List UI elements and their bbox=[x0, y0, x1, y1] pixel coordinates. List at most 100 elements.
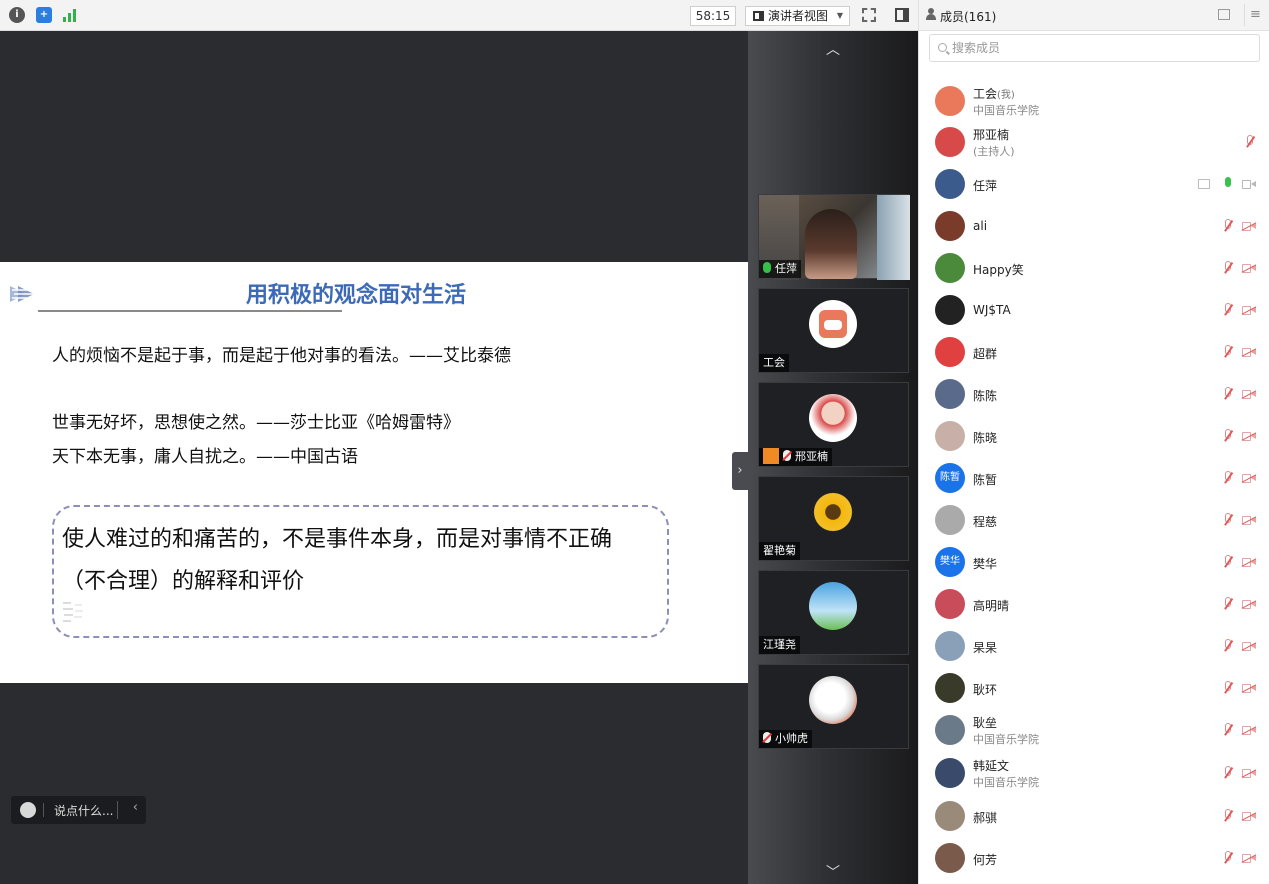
mic-off-icon[interactable] bbox=[1223, 766, 1233, 780]
camera-off-icon[interactable] bbox=[1241, 558, 1257, 567]
fullscreen-icon[interactable] bbox=[862, 8, 876, 22]
emoji-icon[interactable] bbox=[20, 802, 36, 818]
popout-icon[interactable] bbox=[1218, 9, 1230, 20]
camera-off-icon[interactable] bbox=[1241, 474, 1257, 483]
member-row[interactable]: 任萍 bbox=[919, 163, 1269, 205]
chevron-right-icon: › bbox=[737, 463, 743, 478]
collapse-strip-button[interactable]: › bbox=[732, 452, 748, 490]
screen-share-icon[interactable] bbox=[1198, 179, 1210, 189]
member-row[interactable]: 陈晓 bbox=[919, 415, 1269, 457]
mic-off-icon[interactable] bbox=[1223, 851, 1233, 865]
menu-icon[interactable]: ≡ bbox=[1244, 4, 1266, 26]
member-row[interactable]: 程慈 bbox=[919, 499, 1269, 541]
avatar bbox=[935, 843, 965, 873]
shield-icon[interactable]: + bbox=[36, 7, 52, 23]
member-row[interactable]: 樊华 樊华 bbox=[919, 541, 1269, 583]
member-row[interactable]: 郝骐 bbox=[919, 795, 1269, 837]
member-name: 任萍 bbox=[973, 177, 997, 194]
camera-off-icon[interactable] bbox=[1241, 264, 1257, 273]
chevron-down-icon[interactable]: ﹀ bbox=[803, 862, 863, 884]
tile-name: 任萍 bbox=[775, 262, 797, 275]
video-tile[interactable]: 工会 bbox=[758, 288, 909, 373]
video-tile[interactable]: 江瑾尧 bbox=[758, 570, 909, 655]
self-tag: (我) bbox=[997, 90, 1015, 101]
camera-off-icon[interactable] bbox=[1241, 306, 1257, 315]
member-row[interactable]: 耿垒 中国音乐学院 bbox=[919, 709, 1269, 751]
mic-on-icon[interactable] bbox=[1223, 177, 1233, 191]
mic-off-icon[interactable] bbox=[1223, 809, 1233, 823]
mic-off-icon[interactable] bbox=[1223, 597, 1233, 611]
mic-off-icon[interactable] bbox=[1223, 303, 1233, 317]
view-mode-dropdown[interactable]: 演讲者视图 ▼ bbox=[745, 6, 850, 26]
member-name-text: Happy笑 bbox=[973, 263, 1024, 277]
layout-icon[interactable] bbox=[895, 8, 909, 22]
member-row[interactable]: WJ$TA bbox=[919, 289, 1269, 331]
mic-off-icon[interactable] bbox=[1223, 555, 1233, 569]
camera-off-icon[interactable] bbox=[1241, 516, 1257, 525]
member-name: 邢亚楠 bbox=[973, 126, 1009, 143]
slide-logo-icon bbox=[10, 286, 40, 302]
member-name-text: 韩延文 bbox=[973, 759, 1010, 773]
camera-off-icon[interactable] bbox=[1241, 432, 1257, 441]
member-name: 陈晓 bbox=[973, 429, 997, 446]
member-row[interactable]: 陈暂 陈暂 bbox=[919, 457, 1269, 499]
member-row[interactable]: 高明晴 bbox=[919, 583, 1269, 625]
member-row[interactable]: 超群 bbox=[919, 331, 1269, 373]
camera-off-icon[interactable] bbox=[1241, 812, 1257, 821]
chat-placeholder[interactable]: 说点什么... bbox=[54, 802, 113, 819]
member-row[interactable]: 何芳 bbox=[919, 837, 1269, 879]
avatar bbox=[935, 211, 965, 241]
video-tile[interactable]: 小帅虎 bbox=[758, 664, 909, 749]
member-name-text: WJ$TA bbox=[973, 303, 1011, 317]
member-search[interactable] bbox=[929, 34, 1260, 62]
camera-off-icon[interactable] bbox=[1241, 222, 1257, 231]
dandelion-avatar-icon bbox=[809, 582, 857, 630]
shared-screen-stage: 用积极的观念面对生活 人的烦恼不是起于事，而是起于他对事的看法。——艾比泰德 世… bbox=[0, 31, 748, 884]
member-row[interactable]: 陈陈 bbox=[919, 373, 1269, 415]
camera-off-icon[interactable] bbox=[1241, 726, 1257, 735]
mic-off-icon[interactable] bbox=[1223, 723, 1233, 737]
member-row[interactable]: 邢亚楠 (主持人) bbox=[919, 121, 1269, 163]
mic-off-icon[interactable] bbox=[1223, 345, 1233, 359]
camera-off-icon[interactable] bbox=[1241, 642, 1257, 651]
video-tile[interactable]: 翟艳菊 bbox=[758, 476, 909, 561]
mic-off-icon[interactable] bbox=[1245, 135, 1255, 149]
mic-off-icon[interactable] bbox=[1223, 261, 1233, 275]
chevron-up-icon[interactable]: ︿ bbox=[803, 39, 863, 61]
camera-off-icon[interactable] bbox=[1241, 390, 1257, 399]
search-input[interactable] bbox=[952, 39, 1242, 57]
member-name: 超群 bbox=[973, 345, 997, 362]
member-name-text: 工会 bbox=[973, 87, 998, 101]
mic-off-icon[interactable] bbox=[1223, 387, 1233, 401]
tile-label: 翟艳菊 bbox=[759, 542, 800, 560]
member-row[interactable]: 工会(我) 中国音乐学院 bbox=[919, 80, 1269, 122]
highlight-text-line-2: （不合理）的解释和评价 bbox=[62, 569, 305, 594]
member-row[interactable]: ali bbox=[919, 205, 1269, 247]
mic-off-icon[interactable] bbox=[1223, 471, 1233, 485]
camera-off-icon[interactable] bbox=[1241, 600, 1257, 609]
chat-input-bar[interactable]: 说点什么... ‹ bbox=[11, 796, 146, 824]
member-row[interactable]: 杲杲 bbox=[919, 625, 1269, 667]
mic-off-icon[interactable] bbox=[1223, 219, 1233, 233]
signal-icon[interactable] bbox=[63, 9, 77, 22]
mic-off-icon[interactable] bbox=[1223, 639, 1233, 653]
presentation-slide: 用积极的观念面对生活 人的烦恼不是起于事，而是起于他对事的看法。——艾比泰德 世… bbox=[0, 262, 748, 683]
member-row[interactable]: 韩延文 中国音乐学院 bbox=[919, 752, 1269, 794]
member-row[interactable]: 耿环 bbox=[919, 667, 1269, 709]
mic-off-icon[interactable] bbox=[1223, 681, 1233, 695]
video-tile[interactable]: 邢亚楠 bbox=[758, 382, 909, 467]
camera-off-icon[interactable] bbox=[1241, 854, 1257, 863]
video-tile[interactable]: 任萍 bbox=[758, 194, 910, 280]
member-name-text: 高明晴 bbox=[973, 599, 1010, 613]
member-row[interactable]: Happy笑 bbox=[919, 247, 1269, 289]
camera-on-icon[interactable] bbox=[1242, 180, 1256, 189]
camera-off-icon[interactable] bbox=[1241, 769, 1257, 778]
member-name: ali bbox=[973, 219, 987, 233]
mic-off-icon[interactable] bbox=[1223, 513, 1233, 527]
camera-off-icon[interactable] bbox=[1241, 348, 1257, 357]
camera-off-icon[interactable] bbox=[1241, 684, 1257, 693]
chevron-left-icon[interactable]: ‹ bbox=[133, 800, 138, 815]
info-icon[interactable]: i bbox=[9, 7, 25, 23]
mic-off-icon[interactable] bbox=[1223, 429, 1233, 443]
member-name: 杲杲 bbox=[973, 639, 997, 656]
